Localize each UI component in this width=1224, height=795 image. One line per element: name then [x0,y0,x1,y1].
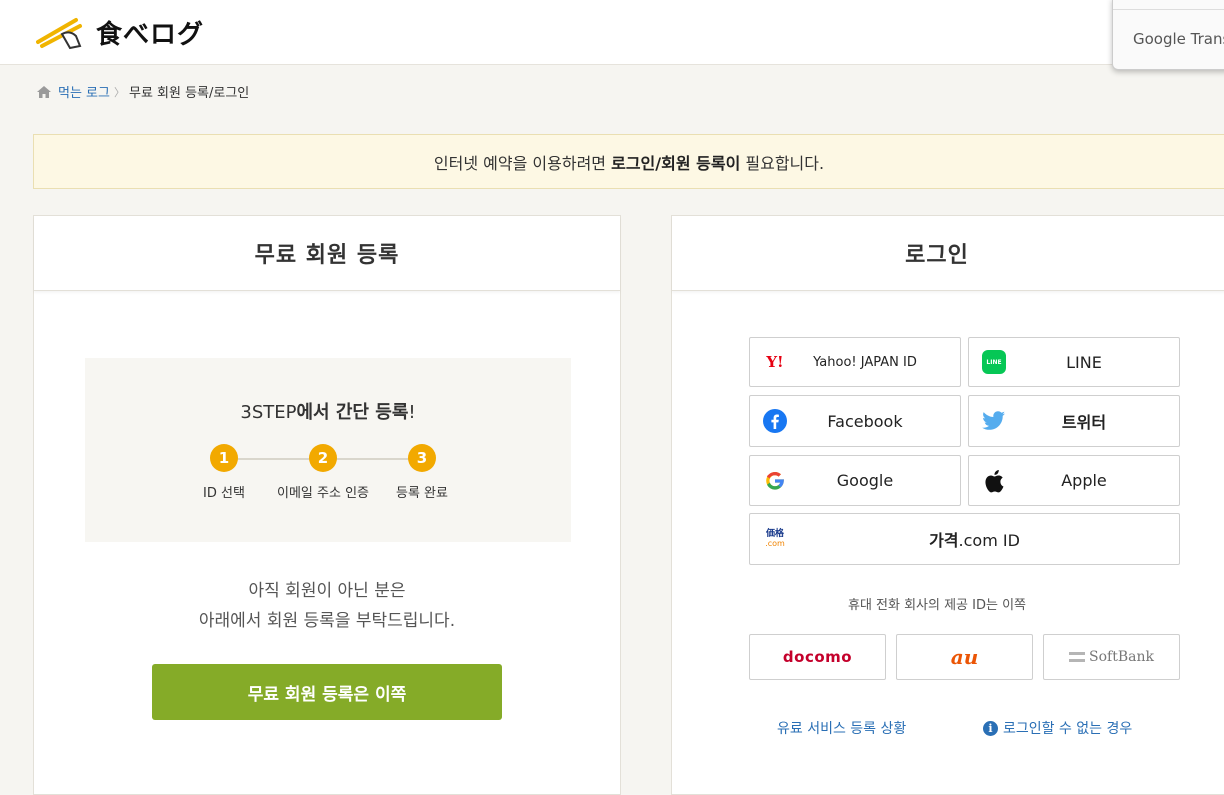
step-label: 이메일 주소 인증 [277,486,369,501]
kakaku-label-bold: 가격 [929,531,959,550]
notice-suffix: 필요합니다. [740,153,825,173]
softbank-stripes-icon [1069,652,1086,662]
chopsticks-logo-icon [36,17,82,49]
google-translate-label: Google Transl [1133,30,1224,48]
steps-title: 3STEP에서 간단 등록! [85,398,571,424]
notice-emphasis: 로그인/회원 등록이 [611,153,741,173]
steps-title-prefix: 3STEP [240,402,297,423]
kakaku-login-button[interactable]: 価格 .com 가격.com ID [749,513,1180,565]
twitter-bird-icon [981,408,1007,434]
twitter-login-button[interactable]: 트위터 [968,395,1180,447]
steps-title-suffix: ! [408,402,416,423]
au-login-button[interactable]: au [896,634,1033,680]
softbank-logo: SoftBank [1089,649,1154,665]
register-description: 아직 회원이 아닌 분은 아래에서 회원 등록을 부탁드립니다. [34,576,620,636]
step-label: 등록 완료 [396,486,448,501]
step-2: 2 이메일 주소 인증 [268,444,378,501]
google-logo [766,471,784,490]
facebook-logo [763,409,787,433]
line-mark: LINE [986,358,1002,366]
step-1: 1 ID 선택 [169,444,279,501]
register-panel: 무료 회원 등록 3STEP에서 간단 등록! 1 ID 선택 2 이메일 주소… [33,215,621,795]
step-number-badge: 2 [309,444,337,472]
softbank-login-button[interactable]: SoftBank [1043,634,1180,680]
google-g-icon [762,468,788,494]
au-logo: au [950,645,979,669]
docomo-logo: docomo [782,648,853,666]
kakaku-mark-top: 価格 [765,529,784,539]
yahoo-mark: Y! [766,353,784,371]
line-login-button[interactable]: LINE LINE [968,337,1180,387]
step-3: 3 등록 완료 [367,444,477,501]
kakaku-label-rest: .com ID [958,531,1020,550]
login-title: 로그인 [672,216,1224,291]
google-login-button[interactable]: Google [749,455,961,506]
info-icon: i [983,720,998,736]
step-number-badge: 1 [210,444,238,472]
kakaku-mark-bottom: .com [765,539,785,548]
apple-icon [981,468,1007,494]
step-number-badge: 3 [408,444,436,472]
google-translate-popup[interactable]: Google Transl [1112,0,1224,70]
twitter-logo [982,411,1005,430]
cannot-login-label: 로그인할 수 없는 경우 [1003,721,1133,737]
facebook-login-button[interactable]: Facebook [749,395,961,447]
breadcrumb: 먹는 로그 〉 무료 회원 등록/로그인 [36,82,249,101]
apple-logo [985,469,1004,492]
yahoo-icon: Y! [762,349,788,375]
notice-prefix: 인터넷 예약을 이용하려면 [433,153,612,173]
breadcrumb-current: 무료 회원 등록/로그인 [128,86,250,101]
yahoo-login-button[interactable]: Y! Yahoo! JAPAN ID [749,337,961,387]
apple-login-button[interactable]: Apple [968,455,1180,506]
logo-text: 食べログ [96,20,205,50]
site-header: 食べログ Google Transl [0,0,1224,70]
step-label: ID 선택 [203,486,245,501]
line-icon-badge: LINE [982,350,1006,374]
register-title: 무료 회원 등록 [34,216,620,291]
popup-divider [1113,9,1224,10]
line-icon: LINE [981,349,1007,375]
register-text-line-2: 아래에서 회원 등록을 부탁드립니다. [198,611,456,631]
breadcrumb-home-link[interactable]: 먹는 로그 [58,82,110,101]
facebook-icon [762,408,788,434]
login-panel: 로그인 Y! Yahoo! JAPAN ID LINE LINE Faceboo… [671,215,1224,795]
breadcrumb-separator: 〉 [113,85,125,99]
steps-box: 3STEP에서 간단 등록! 1 ID 선택 2 이메일 주소 인증 3 등록 … [85,358,571,542]
home-icon [37,85,51,98]
paid-service-status-link[interactable]: 유료 서비스 등록 상황 [777,718,906,738]
carrier-note: 휴대 전화 회사의 제공 ID는 이쪽 [847,598,1027,613]
free-register-button[interactable]: 무료 회원 등록은 이쪽 [152,664,502,720]
steps-title-bold: 에서 간단 등록 [296,402,409,423]
login-required-notice: 인터넷 예약을 이용하려면 로그인/회원 등록이 필요합니다. [33,134,1224,189]
tabelog-logo[interactable]: 食べログ [36,14,204,51]
register-text-line-1: 아직 회원이 아닌 분은 [248,581,406,601]
docomo-login-button[interactable]: docomo [749,634,886,680]
kakaku-com-icon: 価格 .com [762,526,788,552]
cannot-login-link[interactable]: i 로그인할 수 없는 경우 [983,718,1132,738]
kakaku-login-label: 가격.com ID [750,527,1179,551]
